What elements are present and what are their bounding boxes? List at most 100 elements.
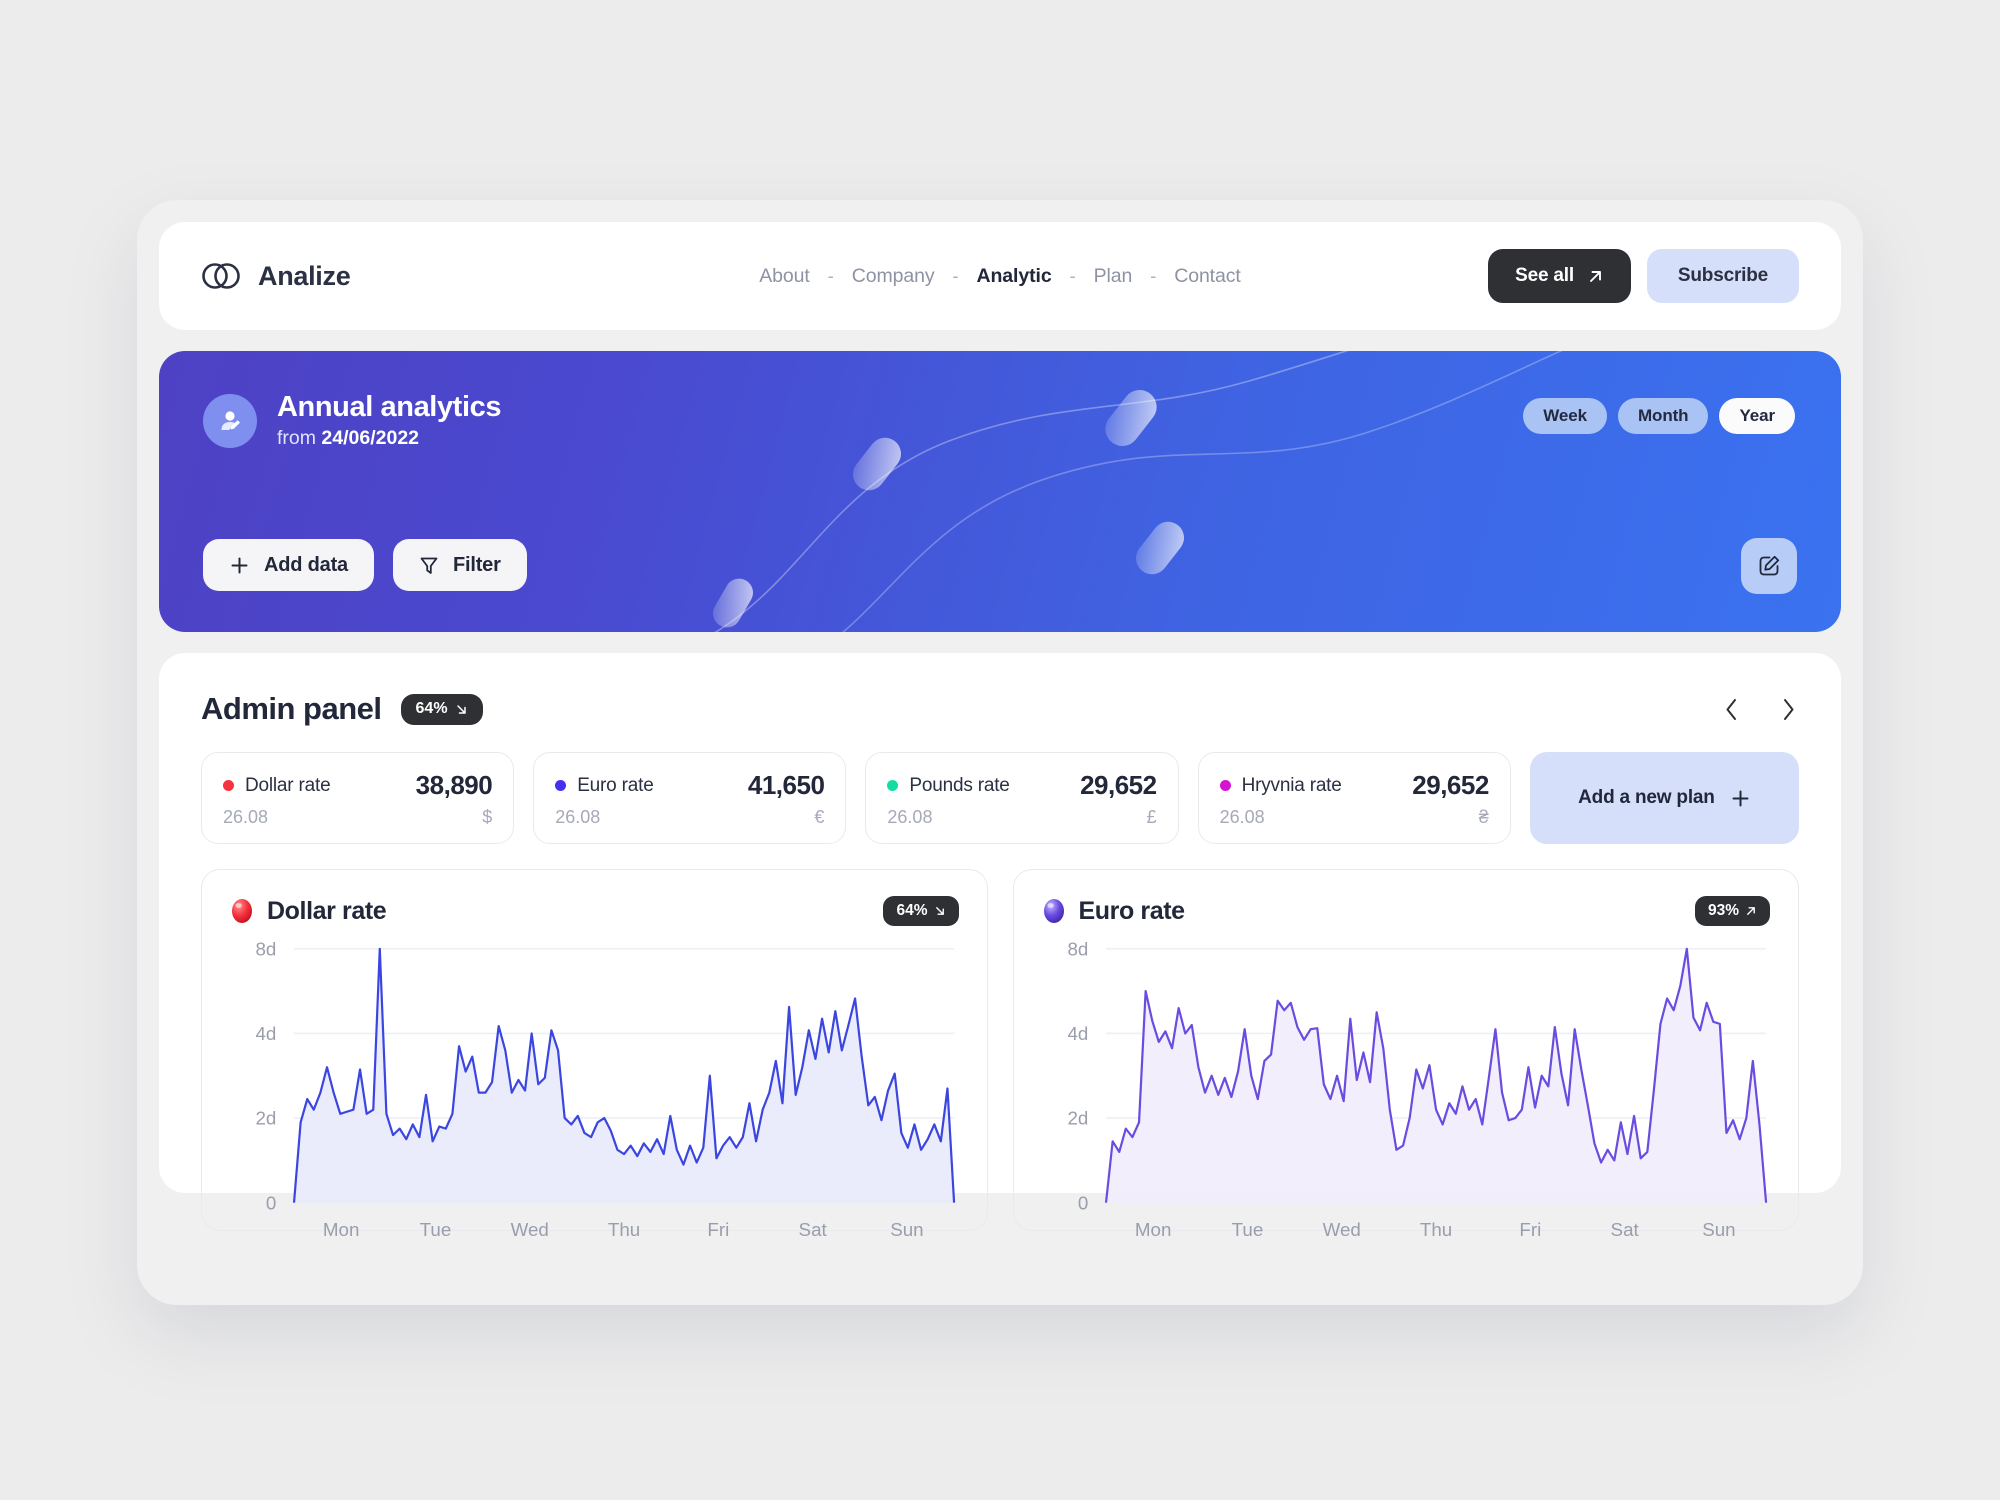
rate-color-dot	[223, 780, 234, 791]
nav-separator: -	[1069, 265, 1076, 286]
filter-button[interactable]: Filter	[392, 539, 527, 591]
next-button[interactable]	[1778, 696, 1799, 723]
hero-date-line: from 24/06/2022	[277, 427, 501, 450]
dollar-rate-area-chart: 0 2d 4d 8d Mon Tue Wed Thu Fri Sat Sun	[255, 940, 956, 1240]
rate-value: 38,890	[415, 770, 493, 800]
rate-cards-row: Dollar rate 38,890 26.08 $ Euro rate 41,…	[201, 752, 1800, 844]
add-data-label: Add data	[264, 553, 348, 576]
see-all-button[interactable]: See all	[1488, 249, 1631, 303]
x-axis-tick-label: Sat	[1610, 1219, 1639, 1240]
rate-card-bottom: 26.08 £	[887, 807, 1156, 828]
nav-item-company[interactable]: Company	[852, 265, 935, 288]
chevron-right-icon	[1784, 698, 1794, 720]
y-axis-tick-label: 8d	[1067, 940, 1088, 959]
panel-pagination	[1721, 696, 1799, 723]
y-axis-tick-label: 8d	[255, 940, 276, 959]
overlapping-circles-logo-icon	[202, 263, 240, 289]
rate-currency: €	[814, 807, 825, 827]
rate-name: Pounds rate	[909, 774, 1010, 796]
main-navigation: About - Company - Analytic - Plan - Cont…	[759, 265, 1241, 288]
chart-badge-value: 93%	[1707, 902, 1739, 919]
arrow-up-right-icon	[1747, 907, 1755, 915]
rate-card-top: Pounds rate 29,652	[887, 770, 1157, 801]
x-axis-tick-label: Mon	[323, 1219, 359, 1240]
rate-value: 29,652	[1412, 770, 1489, 800]
y-axis-tick-label: 2d	[1067, 1108, 1088, 1129]
arrow-down-right-icon	[935, 907, 944, 915]
period-year-button[interactable]: Year	[1719, 398, 1795, 434]
chart-area-fill	[294, 948, 955, 1203]
brand-logo[interactable]: Analize	[201, 261, 351, 292]
nav-separator: -	[1150, 265, 1157, 286]
x-axis-tick-label: Tue	[420, 1219, 452, 1240]
chart-area-fill	[1105, 948, 1766, 1203]
app-header: Analize About - Company - Analytic - Pla…	[159, 222, 1841, 330]
subscribe-button[interactable]: Subscribe	[1646, 249, 1799, 303]
chevron-left-icon	[1726, 698, 1736, 720]
y-axis-tick-label: 2d	[255, 1108, 276, 1129]
rate-name: Euro rate	[577, 774, 654, 796]
period-month-button[interactable]: Month	[1617, 398, 1709, 434]
x-axis-tick-label: Sun	[890, 1219, 923, 1240]
nav-item-contact[interactable]: Contact	[1174, 265, 1241, 288]
prev-button[interactable]	[1721, 696, 1742, 723]
hero-banner: Annual analytics from 24/06/2022 Week Mo…	[159, 351, 1841, 632]
chart-plot-area: 0 2d 4d 8d Mon Tue Wed Thu Fri Sat Sun	[230, 940, 959, 1249]
rate-card-top: Hryvnia rate 29,652	[1219, 770, 1489, 801]
chart-cards-row: Dollar rate 64% 0 2d 4d 8d Mon Tue Wed Thu Fri Sa…	[201, 869, 1799, 1240]
rate-card-pounds[interactable]: Pounds rate 29,652 26.08 £	[865, 752, 1179, 844]
y-axis-tick-label: 0	[266, 1192, 276, 1213]
rate-currency: £	[1146, 807, 1157, 827]
panel-header: Admin panel 64%	[201, 691, 1799, 727]
rate-value: 41,650	[747, 770, 825, 800]
x-axis-tick-label: Thu	[608, 1219, 640, 1240]
chart-card-dollar: Dollar rate 64% 0 2d 4d 8d Mon Tue Wed Thu Fri Sa…	[201, 869, 988, 1240]
edit-button[interactable]	[1741, 538, 1797, 594]
header-actions: See all Subscribe	[1488, 249, 1799, 303]
rate-name: Hryvnia rate	[1241, 774, 1342, 796]
purple-sphere-icon	[1043, 899, 1064, 923]
chart-status-badge: 93%	[1694, 896, 1770, 926]
rate-value: 29,652	[1080, 770, 1157, 800]
chart-header: Dollar rate 64%	[230, 896, 959, 926]
nav-separator: -	[952, 265, 959, 286]
x-axis-tick-label: Sat	[799, 1219, 828, 1240]
chart-title: Dollar rate	[267, 896, 387, 925]
hero-from-label: from	[277, 427, 322, 450]
rate-card-bottom: 26.08 ₴	[1220, 807, 1489, 828]
add-new-plan-button[interactable]: Add a new plan	[1529, 752, 1800, 844]
x-axis-tick-label: Fri	[707, 1219, 729, 1240]
rate-currency: ₴	[1478, 807, 1489, 827]
plus-icon	[1732, 790, 1749, 806]
rate-card-dollar[interactable]: Dollar rate 38,890 26.08 $	[201, 752, 515, 844]
rate-date: 26.08	[887, 807, 933, 827]
rate-currency: $	[482, 807, 493, 827]
x-axis-tick-label: Thu	[1419, 1219, 1451, 1240]
red-sphere-icon	[232, 899, 252, 923]
page-title: Annual analytics	[277, 391, 502, 423]
add-data-button[interactable]: Add data	[203, 539, 374, 591]
rate-card-top: Dollar rate 38,890	[223, 770, 493, 801]
rate-color-dot	[887, 780, 899, 791]
y-axis-tick-label: 4d	[255, 1023, 276, 1044]
chart-title: Euro rate	[1078, 896, 1186, 925]
nav-item-about[interactable]: About	[759, 265, 810, 288]
app-window: Analize About - Company - Analytic - Pla…	[137, 200, 1863, 1305]
x-axis-tick-label: Sun	[1702, 1219, 1735, 1240]
nav-separator: -	[827, 265, 834, 286]
rate-card-euro[interactable]: Euro rate 41,650 26.08 €	[533, 752, 847, 844]
nav-item-plan[interactable]: Plan	[1094, 265, 1133, 288]
plus-icon	[231, 557, 248, 573]
x-axis-tick-label: Wed	[511, 1219, 549, 1240]
pencil-edit-icon	[1759, 555, 1780, 576]
x-axis-tick-label: Mon	[1134, 1219, 1170, 1240]
rate-card-bottom: 26.08 €	[555, 807, 824, 828]
panel-status-badge: 64%	[400, 693, 483, 725]
nav-item-analytic[interactable]: Analytic	[977, 265, 1052, 288]
admin-panel: Admin panel 64% Dollar rate 38,890 26.08…	[159, 653, 1841, 1240]
add-plan-label: Add a new plan	[1578, 787, 1715, 808]
x-axis-tick-label: Wed	[1322, 1219, 1360, 1240]
rate-card-hryvnia[interactable]: Hryvnia rate 29,652 26.08 ₴	[1197, 752, 1511, 844]
funnel-icon	[420, 557, 438, 574]
period-week-button[interactable]: Week	[1523, 398, 1607, 434]
